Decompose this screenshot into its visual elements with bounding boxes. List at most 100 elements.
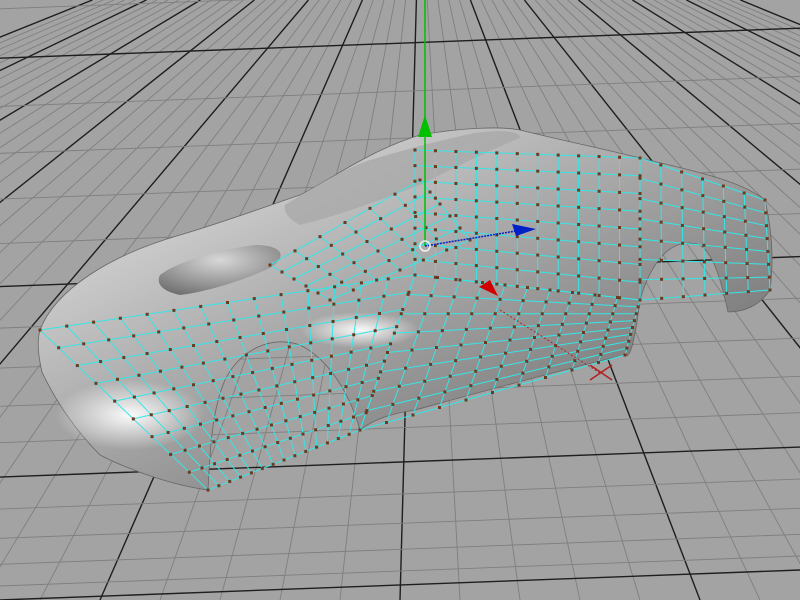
mesh-vertex bbox=[397, 384, 401, 388]
mesh-vertex bbox=[238, 336, 242, 339]
mesh-vertex bbox=[107, 338, 111, 342]
mesh-vertex bbox=[260, 467, 264, 471]
mesh-vertex bbox=[458, 278, 462, 282]
mesh-vertex bbox=[625, 346, 629, 350]
mesh-vertex bbox=[365, 363, 369, 367]
mesh-vertex bbox=[454, 230, 458, 234]
mesh-vertex bbox=[703, 276, 707, 280]
mesh-vertex bbox=[301, 432, 305, 436]
mesh-vertex bbox=[152, 391, 156, 395]
mesh-vertex bbox=[701, 194, 705, 198]
mesh-vertex bbox=[373, 329, 377, 333]
mesh-vertex bbox=[702, 227, 706, 231]
mesh-vertex bbox=[536, 220, 540, 223]
mesh-vertex bbox=[341, 252, 345, 256]
mesh-vertex bbox=[180, 365, 184, 369]
mesh-vertex bbox=[659, 163, 663, 167]
mesh-vertex bbox=[495, 266, 499, 270]
mesh-vertex bbox=[597, 207, 601, 211]
mesh-vertex bbox=[328, 298, 332, 302]
mesh-vertex bbox=[484, 341, 487, 344]
mesh-vertex bbox=[454, 359, 458, 363]
viewport-canvas[interactable] bbox=[0, 0, 800, 600]
mesh-vertex bbox=[363, 269, 367, 273]
mesh-vertex bbox=[474, 231, 478, 235]
mesh-vertex bbox=[597, 241, 601, 245]
mesh-vertex bbox=[332, 302, 336, 306]
mesh-vertex bbox=[352, 261, 356, 265]
mesh-vertex bbox=[284, 419, 288, 423]
mesh-vertex bbox=[627, 339, 631, 343]
mesh-vertex bbox=[556, 204, 560, 208]
mesh-vertex bbox=[544, 376, 547, 379]
3d-viewport[interactable] bbox=[0, 0, 800, 600]
mesh-vertex bbox=[638, 197, 642, 201]
mesh-vertex bbox=[577, 171, 581, 175]
mesh-vertex bbox=[577, 154, 581, 158]
mesh-vertex bbox=[158, 369, 162, 373]
mesh-vertex bbox=[521, 299, 525, 303]
mesh-vertex bbox=[360, 381, 364, 384]
mesh-vertex bbox=[515, 218, 519, 222]
mesh-vertex bbox=[536, 236, 540, 240]
mesh-vertex bbox=[433, 149, 437, 153]
mesh-vertex bbox=[577, 188, 581, 192]
mesh-vertex bbox=[659, 239, 663, 243]
mesh-vertex bbox=[263, 445, 267, 449]
mesh-vertex bbox=[768, 288, 772, 292]
mesh-vertex bbox=[429, 294, 433, 298]
mesh-vertex bbox=[372, 389, 376, 393]
mesh-vertex bbox=[556, 221, 560, 225]
mesh-vertex bbox=[448, 214, 452, 218]
mesh-vertex bbox=[417, 396, 421, 400]
mesh-vertex bbox=[206, 488, 210, 492]
mesh-vertex bbox=[99, 360, 103, 364]
mesh-vertex bbox=[241, 431, 245, 435]
mesh-vertex bbox=[764, 224, 768, 228]
mesh-vertex bbox=[525, 359, 529, 363]
mesh-vertex bbox=[315, 445, 319, 449]
mesh-vertex bbox=[618, 278, 622, 282]
mesh-vertex bbox=[341, 402, 345, 406]
mesh-vertex bbox=[215, 340, 219, 344]
mesh-vertex bbox=[92, 320, 96, 324]
mesh-vertex bbox=[745, 247, 749, 251]
mesh-vertex bbox=[276, 441, 280, 444]
mesh-vertex bbox=[724, 261, 728, 265]
mesh-vertex bbox=[231, 414, 235, 418]
mesh-vertex bbox=[296, 397, 299, 401]
mesh-vertex bbox=[474, 183, 478, 187]
mesh-vertex bbox=[247, 410, 251, 414]
mesh-vertex bbox=[613, 304, 617, 308]
mesh-vertex bbox=[517, 383, 521, 387]
mesh-vertex bbox=[251, 371, 255, 374]
mesh-vertex bbox=[638, 278, 642, 282]
mesh-vertex bbox=[369, 346, 373, 350]
mesh-vertex bbox=[491, 391, 494, 394]
mesh-vertex bbox=[723, 230, 727, 234]
mesh-vertex bbox=[503, 283, 507, 287]
mesh-vertex bbox=[331, 319, 335, 323]
specular-highlight bbox=[300, 312, 420, 348]
mesh-vertex bbox=[454, 278, 458, 282]
mesh-vertex bbox=[604, 336, 608, 340]
mesh-vertex bbox=[515, 268, 519, 272]
mesh-vertex bbox=[536, 169, 540, 173]
mesh-vertex bbox=[359, 281, 363, 285]
mesh-vertex bbox=[168, 348, 172, 352]
mesh-vertex bbox=[329, 371, 333, 375]
mesh-vertex bbox=[515, 284, 519, 288]
mesh-vertex bbox=[495, 200, 499, 204]
mesh-vertex bbox=[435, 346, 438, 349]
mesh-vertex bbox=[270, 366, 274, 370]
mesh-vertex bbox=[576, 349, 580, 353]
mesh-vertex bbox=[433, 228, 437, 232]
mesh-vertex bbox=[113, 399, 117, 403]
mesh-vertex bbox=[399, 312, 403, 316]
mesh-vertex bbox=[413, 257, 417, 261]
mesh-vertex bbox=[169, 452, 173, 456]
mesh-vertex bbox=[344, 385, 348, 389]
mesh-vertex bbox=[469, 384, 473, 388]
mesh-vertex bbox=[244, 353, 248, 357]
mesh-vertex bbox=[479, 355, 483, 359]
